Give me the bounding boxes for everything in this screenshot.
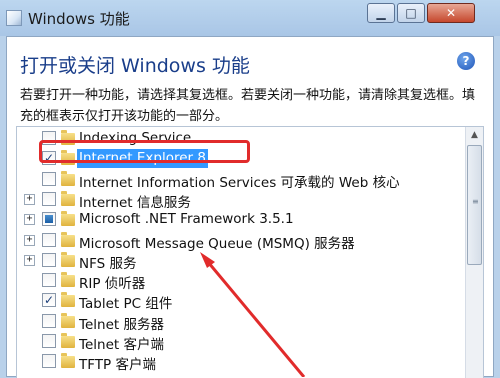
expand-icon[interactable]: + [24,234,35,246]
folder-icon [61,292,75,308]
close-button[interactable]: ✕ [427,3,475,23]
feature-row[interactable]: + Microsoft .NET Framework 3.5.1 [17,210,465,230]
minimize-button[interactable]: ▁ [367,3,395,23]
feature-row[interactable]: + Microsoft Message Queue (MSMQ) 服务器 [17,231,465,252]
feature-checkbox[interactable] [42,212,56,227]
feature-checkbox[interactable] [42,354,56,369]
scroll-thumb[interactable]: ≡ [467,145,482,265]
feature-label: Tablet PC 组件 [79,296,173,313]
feature-checkbox[interactable] [42,252,56,267]
feature-checkbox[interactable] [42,334,56,348]
feature-label: Telnet 服务器 [79,316,164,333]
feature-checkbox[interactable] [42,232,56,247]
vertical-scrollbar[interactable]: ▲ ≡ [465,127,483,378]
folder-icon [61,170,75,186]
scroll-up-arrow-icon[interactable]: ▲ [466,127,483,144]
dialog-heading: 打开或关闭 Windows 功能 [20,55,250,77]
feature-label: Telnet 客户端 [79,337,164,353]
feature-label: TFTP 客户端 [79,357,156,374]
feature-label: Internet Information Services 可承载的 Web 核… [79,174,400,191]
folder-icon [61,251,75,267]
feature-checkbox[interactable] [42,191,56,206]
dialog-content: 打开或关闭 Windows 功能 ? 若要打开一种功能，请选择其复选框。若要关闭… [6,36,494,378]
feature-label: RIP 侦听器 [79,276,146,293]
folder-icon [61,312,75,328]
feature-checkbox[interactable] [42,171,56,186]
folder-icon [61,272,75,288]
title-bar: Windows 功能 ▁ □ ✕ [0,0,500,36]
feature-row[interactable]: + Internet 信息服务 [17,190,465,211]
expand-icon[interactable]: + [24,193,35,205]
feature-row[interactable]: Telnet 服务器 [17,312,465,333]
feature-checkbox[interactable] [42,273,56,288]
window-title: Windows 功能 [28,10,130,28]
expand-icon[interactable]: + [24,214,35,226]
feature-label: Internet 信息服务 [79,194,191,211]
feature-row[interactable]: + NFS 服务 [17,251,465,272]
expand-icon[interactable]: + [24,254,35,266]
folder-icon [61,353,75,369]
window-icon [6,10,22,26]
feature-row[interactable]: ✓ Tablet PC 组件 [17,291,465,313]
feature-label: Microsoft Message Queue (MSMQ) 服务器 [79,235,355,252]
feature-row[interactable]: Internet Information Services 可承载的 Web 核… [17,170,465,191]
folder-icon [61,231,75,247]
folder-icon [61,333,75,348]
annotation-highlight-box [39,140,250,163]
feature-row[interactable]: TFTP 客户端 [17,352,465,374]
help-icon[interactable]: ? [457,52,475,70]
folder-icon [61,211,75,227]
feature-row[interactable]: Telnet 客户端 [17,332,465,353]
grip-icon: ≡ [472,197,479,206]
dialog-description: 若要打开一种功能，请选择其复选框。若要关闭一种功能，请清除其复选框。填充的框表示… [20,88,476,124]
feature-tree[interactable]: Indexing Service ✓ Internet Explorer 8 Inte… [16,126,484,378]
folder-icon [61,190,75,206]
feature-checkbox[interactable]: ✓ [42,293,56,308]
feature-label: NFS 服务 [79,255,137,272]
feature-label: Microsoft .NET Framework 3.5.1 [79,211,294,228]
maximize-button[interactable]: □ [397,3,425,23]
feature-row[interactable]: RIP 侦听器 [17,271,465,293]
feature-checkbox[interactable] [42,313,56,328]
